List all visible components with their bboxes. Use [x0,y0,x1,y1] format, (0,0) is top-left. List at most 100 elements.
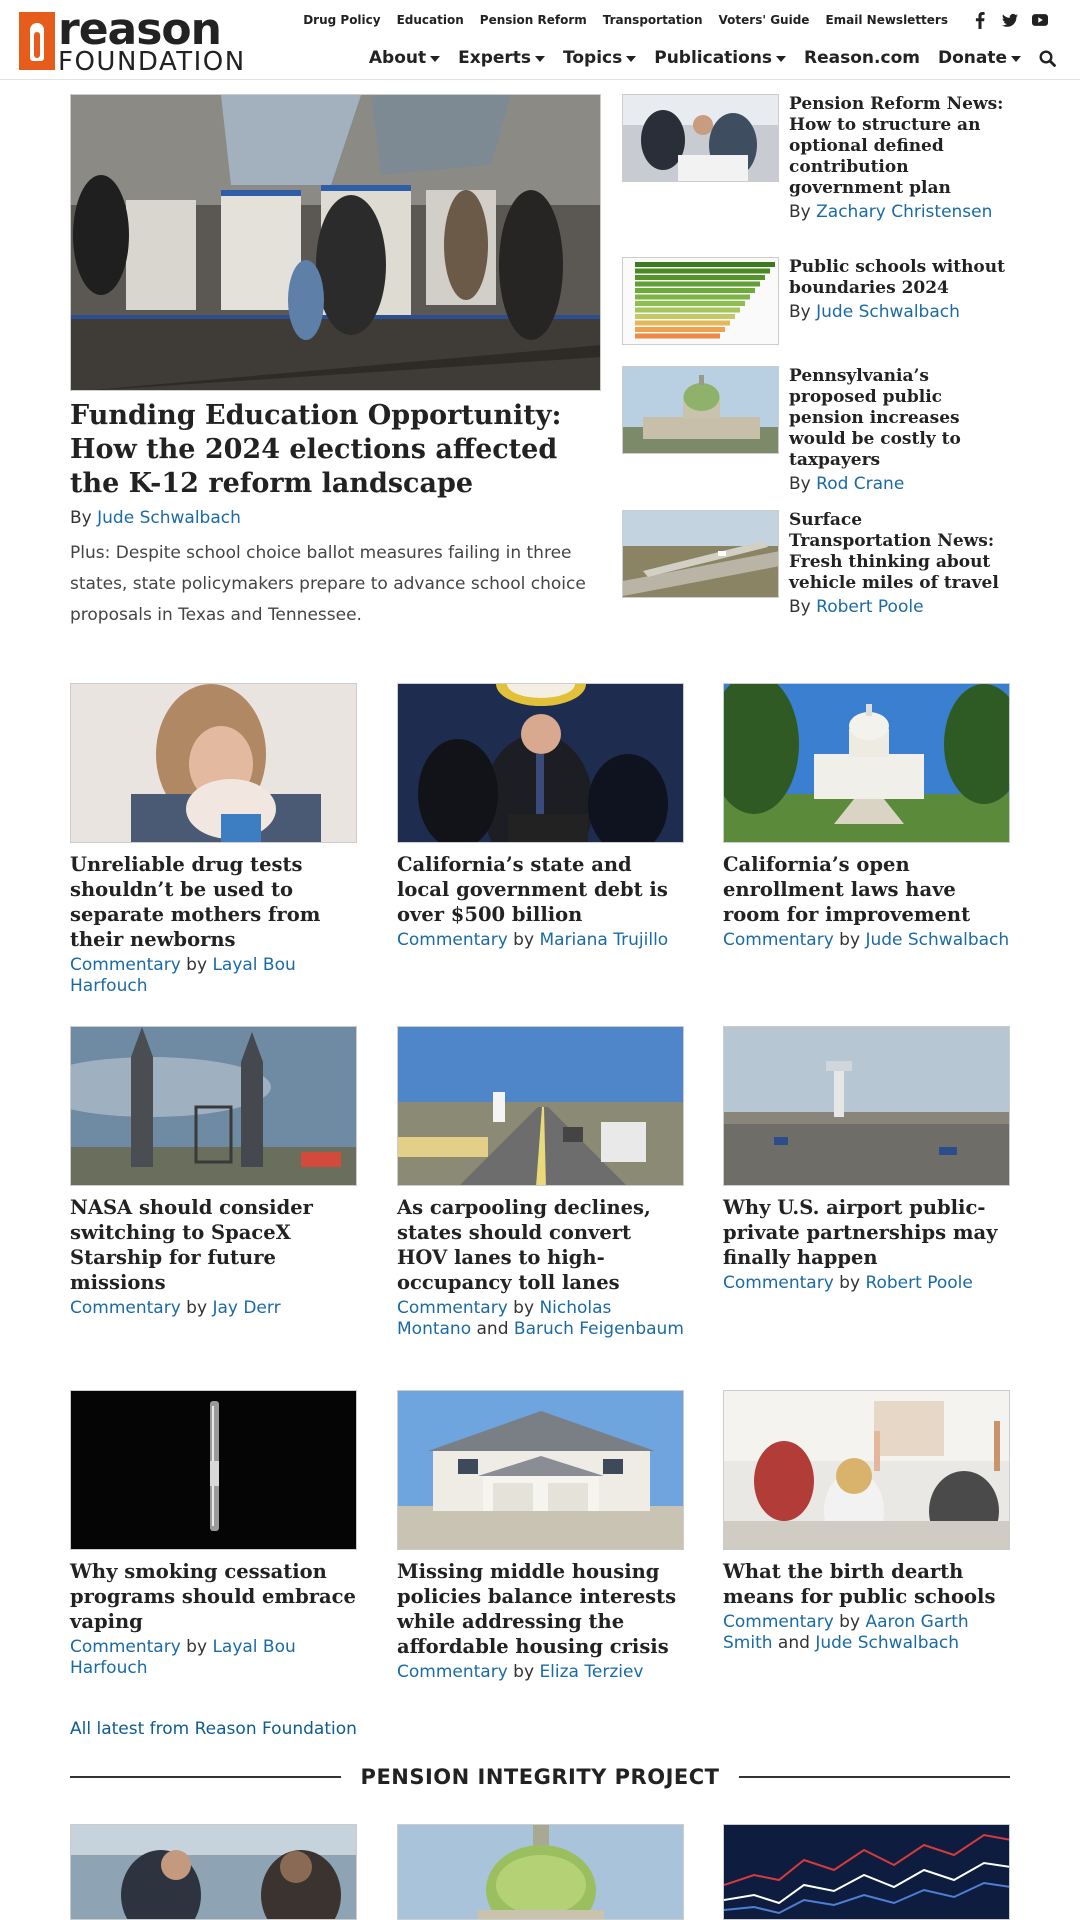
category-link[interactable]: Commentary [70,955,181,975]
divider [70,1776,341,1778]
topnav-pension-reform[interactable]: Pension Reform [480,13,587,27]
side-story: Pennsylvania’s proposed public pension i… [622,366,1010,494]
all-latest-link[interactable]: All latest from Reason Foundation [70,1719,357,1739]
card-photo-vape-pen[interactable] [70,1390,357,1550]
side-story-byline: By Jude Schwalbach [789,302,960,322]
torch-logo-icon [19,12,55,70]
side-story-title[interactable]: Public schools without boundaries 2024 [789,257,1010,299]
card-byline: Commentary by Aaron Garth Smith and Jude… [723,1612,969,1653]
nav-donate[interactable]: Donate [938,48,1021,68]
side-story-title[interactable]: Surface Transportation News: Fresh think… [789,510,1010,594]
nav-experts[interactable]: Experts [458,48,546,68]
author-link[interactable]: Robert Poole [816,597,923,617]
topnav-education[interactable]: Education [397,13,464,27]
card-photo-stock-chart[interactable] [723,1824,1010,1920]
youtube-icon[interactable] [1032,12,1048,28]
search-icon[interactable] [1039,49,1056,67]
card-photo-mother-newborn[interactable] [70,683,357,843]
caret-down-icon [430,56,441,62]
card-photo-press-conference[interactable] [397,683,684,843]
author-link[interactable]: Mariana Trujillo [539,930,668,950]
reason-foundation-logo[interactable]: reason FOUNDATION [19,8,246,77]
top-utility-nav: Drug Policy Education Pension Reform Tra… [303,11,1048,29]
nav-publications[interactable]: Publications [654,48,787,68]
card-photo-hov-lane-road[interactable] [397,1026,684,1186]
article-card: As carpooling declines, states should co… [397,1026,684,1340]
side-story-byline: By Rod Crane [789,474,905,494]
card-byline: Commentary by Layal Bou Harfouch [70,1637,296,1678]
facebook-icon[interactable] [972,11,988,29]
card-photo-classroom[interactable] [723,1390,1010,1550]
card-photo-airport-tower[interactable] [723,1026,1010,1186]
category-link[interactable]: Commentary [397,1298,508,1318]
author-link[interactable]: Zachary Christensen [816,202,992,222]
category-link[interactable]: Commentary [397,930,508,950]
author-link[interactable]: Jay Derr [212,1298,280,1318]
category-link[interactable]: Commentary [723,1273,834,1293]
feature-photo-voting-booths[interactable] [70,94,601,391]
article-card: Why U.S. airport public-private partners… [723,1026,1010,1294]
category-link[interactable]: Commentary [723,930,834,950]
feature-excerpt: Plus: Despite school choice ballot measu… [70,543,586,625]
article-card: California’s state and local government … [397,683,684,951]
article-card: NASA should consider switching to SpaceX… [70,1026,357,1319]
caret-down-icon [626,56,637,62]
card-title[interactable]: Unreliable drug tests shouldn’t be used … [70,852,357,952]
feature-story: Funding Education Opportunity: How the 2… [70,94,601,631]
side-story: Pension Reform News: How to structure an… [622,94,1010,222]
card-title[interactable]: Why U.S. airport public-private partners… [723,1195,1010,1270]
topnav-transportation[interactable]: Transportation [603,13,703,27]
nav-about[interactable]: About [369,48,441,68]
side-story-byline: By Zachary Christensen [789,202,993,222]
card-title[interactable]: California’s open enrollment laws have r… [723,852,1010,927]
side-thumb-highway[interactable] [622,510,779,598]
nav-reason-com[interactable]: Reason.com [804,48,920,68]
author-link[interactable]: Jude Schwalbach [815,1633,959,1653]
author-link[interactable]: Robert Poole [865,1273,972,1293]
topnav-voters-guide[interactable]: Voters' Guide [719,13,810,27]
card-title[interactable]: California’s state and local government … [397,852,684,927]
card-title[interactable]: As carpooling declines, states should co… [397,1195,684,1295]
card-photo-duplex-house[interactable] [397,1390,684,1550]
card-photo-starship-rockets[interactable] [70,1026,357,1186]
author-link[interactable]: Jude Schwalbach [865,930,1009,950]
card-byline: Commentary by Eliza Terziev [397,1662,644,1682]
side-thumb-meeting[interactable] [622,94,779,182]
card-photo-office-workers[interactable] [70,1824,357,1920]
author-link[interactable]: Eliza Terziev [539,1662,643,1682]
card-byline: Commentary by Layal Bou Harfouch [70,955,296,996]
article-card: California’s open enrollment laws have r… [723,683,1010,951]
author-link[interactable]: Jude Schwalbach [97,508,241,528]
article-card: Missing middle housing policies balance … [397,1390,684,1683]
card-title[interactable]: Why smoking cessation programs should em… [70,1559,357,1634]
nav-topics[interactable]: Topics [563,48,637,68]
card-photo-capitol-dome[interactable] [397,1824,684,1920]
card-title[interactable]: NASA should consider switching to SpaceX… [70,1195,357,1295]
card-byline: Commentary by Jay Derr [70,1298,281,1318]
category-link[interactable]: Commentary [70,1298,181,1318]
card-photo-california-capitol[interactable] [723,683,1010,843]
author-link[interactable]: Rod Crane [816,474,904,494]
category-link[interactable]: Commentary [70,1637,181,1657]
divider [739,1776,1011,1778]
card-byline: Commentary by Mariana Trujillo [397,930,669,950]
twitter-icon[interactable] [1002,12,1018,28]
card-byline: Commentary by Jude Schwalbach [723,930,1010,950]
side-thumb-capitol-dome[interactable] [622,366,779,454]
category-link[interactable]: Commentary [397,1662,508,1682]
topnav-drug-policy[interactable]: Drug Policy [303,13,380,27]
card-title[interactable]: Missing middle housing policies balance … [397,1559,684,1659]
author-link[interactable]: Baruch Feigenbaum [514,1319,684,1339]
side-story-title[interactable]: Pennsylvania’s proposed public pension i… [789,366,1010,471]
category-link[interactable]: Commentary [723,1612,834,1632]
card-title[interactable]: What the birth dearth means for public s… [723,1559,1010,1609]
logo-word-foundation: FOUNDATION [58,47,246,77]
side-story-byline: By Robert Poole [789,597,924,617]
side-story-title[interactable]: Pension Reform News: How to structure an… [789,94,1010,199]
section-title: PENSION INTEGRITY PROJECT [360,1765,720,1789]
topnav-email-newsletters[interactable]: Email Newsletters [825,13,948,27]
section-header: PENSION INTEGRITY PROJECT [70,1762,1011,1792]
side-thumb-bar-chart[interactable] [622,257,779,345]
feature-headline[interactable]: Funding Education Opportunity: How the 2… [70,399,601,501]
author-link[interactable]: Jude Schwalbach [816,302,960,322]
